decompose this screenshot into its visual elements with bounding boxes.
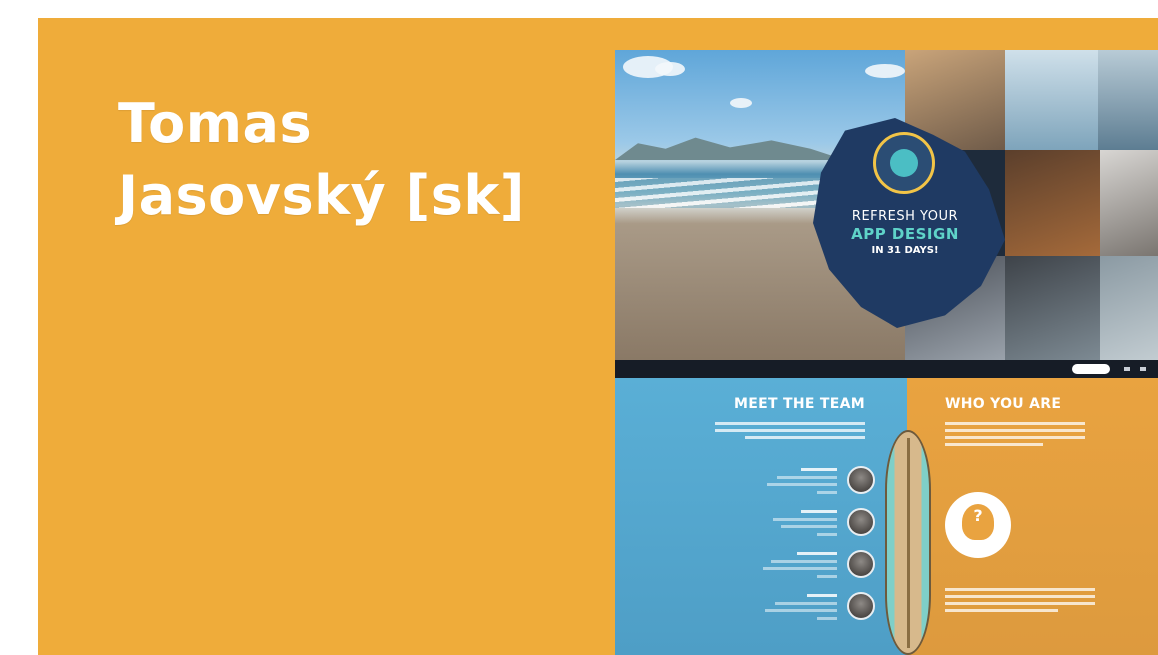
badge-emblem (890, 149, 918, 177)
hero-headline: REFRESH YOUR APP DESIGN IN 31 DAYS! (820, 208, 990, 258)
hero-line-app-design: APP DESIGN (851, 225, 959, 243)
photo-tile (1005, 50, 1098, 150)
cloud-shape (865, 64, 905, 78)
speaker-name: Tomas Jasovský [sk] (118, 88, 588, 232)
cloud-shape (655, 62, 685, 76)
team-member (655, 464, 875, 508)
who-details (945, 588, 1095, 616)
photo-tile (1100, 150, 1158, 256)
unknown-person-icon: ? (945, 492, 1011, 558)
cloud-shape (730, 98, 752, 108)
nav-link-shape (1140, 367, 1146, 371)
avatar (847, 592, 875, 620)
team-description (715, 422, 865, 443)
photo-tile (1100, 256, 1158, 360)
project-preview-image: REFRESH YOUR APP DESIGN IN 31 DAYS! MEET… (615, 50, 1158, 655)
team-member (655, 590, 875, 634)
who-heading: WHO YOU ARE (945, 396, 1062, 412)
team-heading: MEET THE TEAM (734, 396, 865, 412)
nav-button-shape (1072, 364, 1110, 374)
surfboard-stripe (907, 438, 910, 648)
nav-link-shape (1124, 367, 1130, 371)
mountain-silhouette (615, 137, 845, 160)
hero-line-days: IN 31 DAYS! (871, 245, 939, 256)
who-description (945, 422, 1085, 450)
page-frame: Tomas Jasovský [sk] REFRESH YOUR APP DES… (0, 0, 1158, 655)
question-mark-glyph: ? (973, 506, 983, 525)
team-member (655, 548, 875, 592)
avatar (847, 466, 875, 494)
hero-line-refresh: REFRESH YOUR (851, 209, 959, 224)
speaker-last-name: Jasovský [sk] (118, 164, 525, 227)
avatar (847, 550, 875, 578)
photo-tile (1005, 150, 1100, 256)
avatar (847, 508, 875, 536)
photo-tile (1098, 50, 1158, 150)
badge-logo-icon (873, 132, 935, 194)
team-member (655, 506, 875, 550)
surfboard-illustration (885, 430, 931, 655)
meet-the-team-section: MEET THE TEAM (615, 378, 907, 655)
preview-navbar (615, 360, 1158, 378)
speaker-card[interactable]: Tomas Jasovský [sk] REFRESH YOUR APP DES… (38, 18, 1158, 655)
hero-banner: REFRESH YOUR APP DESIGN IN 31 DAYS! (615, 50, 1158, 360)
photo-tile (1005, 256, 1100, 360)
speaker-first-name: Tomas (118, 92, 313, 155)
